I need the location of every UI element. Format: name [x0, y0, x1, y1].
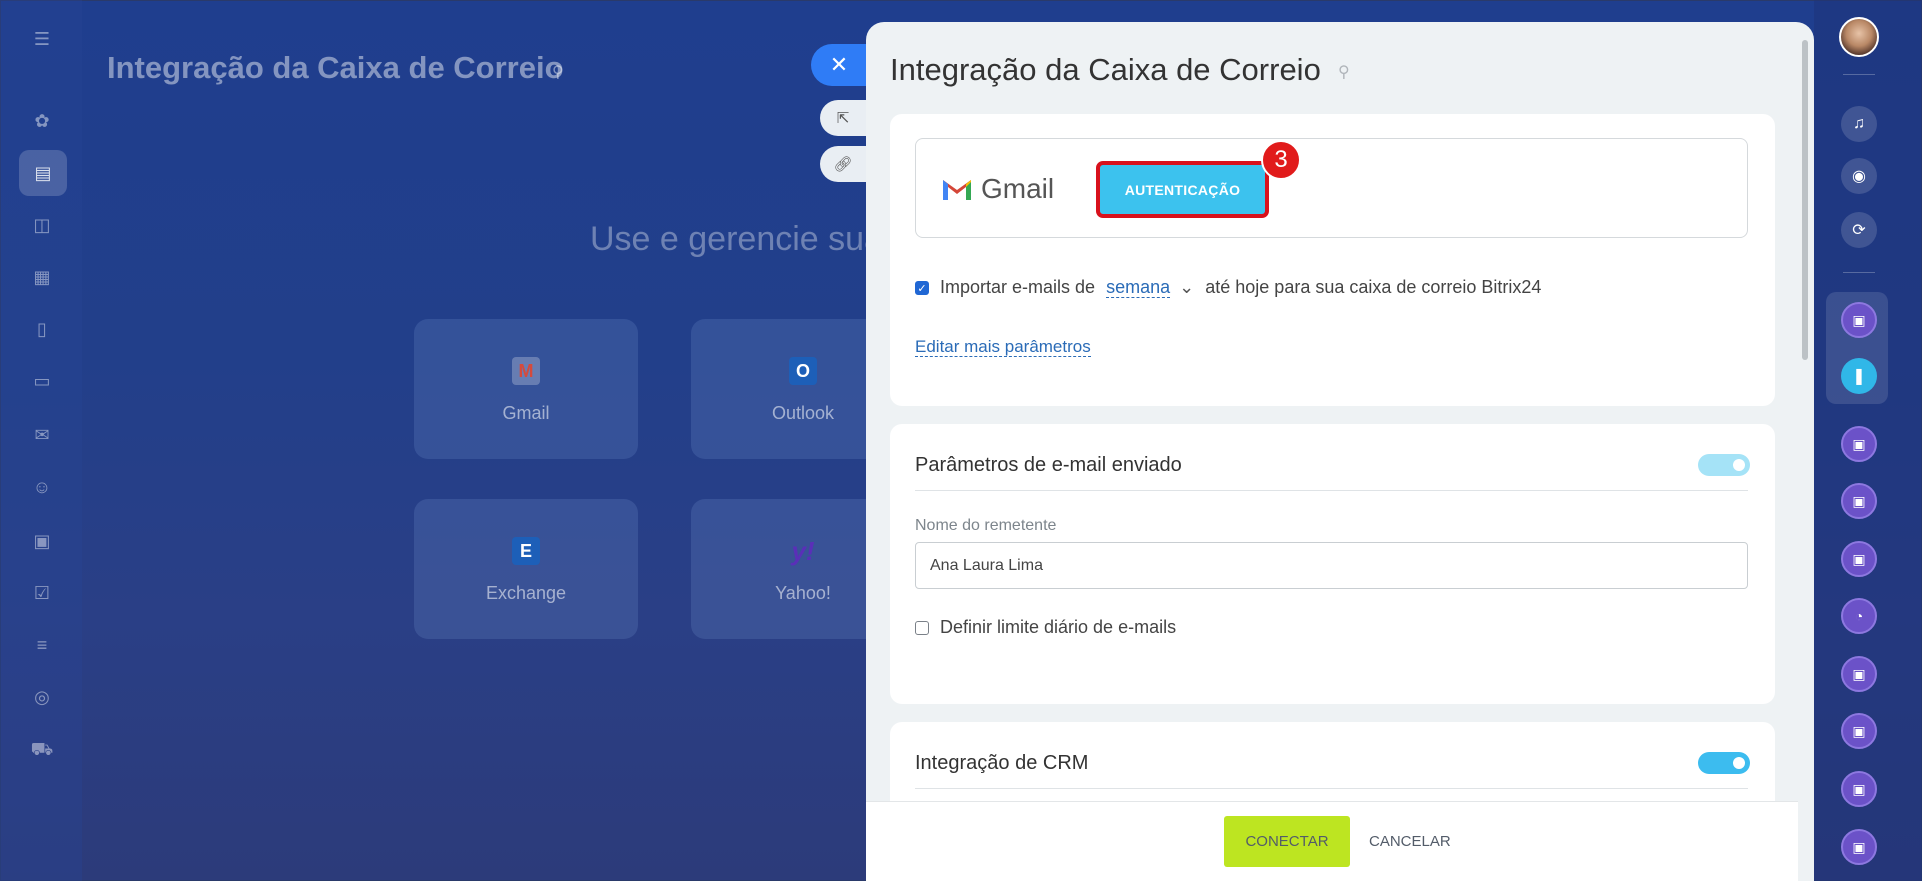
contact-card-icon[interactable]: ▣ [1841, 426, 1877, 462]
crm-section-title: Integração de CRM [915, 752, 1089, 774]
panel-scrollbar[interactable] [1802, 40, 1808, 360]
connect-button[interactable]: CONECTAR [1224, 816, 1350, 867]
close-icon: ✕ [829, 52, 849, 77]
drive-icon[interactable]: ▭ [29, 368, 55, 394]
gmail-icon [943, 180, 971, 200]
panel-title: Integração da Caixa de Correio [890, 52, 1321, 87]
copy-link-button[interactable]: 🔗︎ [820, 146, 866, 182]
filter-icon[interactable]: ≡ [29, 632, 55, 658]
background-page-title: Integração da Caixa de Correio [107, 50, 564, 85]
provider-name: Gmail [502, 403, 550, 423]
panel-footer: CONECTAR CANCELAR [866, 801, 1798, 881]
copilot-icon[interactable]: ◉ [1841, 158, 1877, 194]
target-icon[interactable]: ◎ [29, 684, 55, 710]
background-subtitle: Use e gerencie sua [590, 220, 883, 258]
section-divider [915, 490, 1748, 491]
import-period-select[interactable]: semana [1106, 277, 1171, 298]
link-icon: 🔗︎ [833, 156, 853, 173]
mail-icon[interactable]: ✉ [29, 422, 55, 448]
provider-name: Gmail [981, 173, 1055, 204]
import-suffix: até hoje para sua caixa de correio Bitri… [1205, 277, 1542, 297]
document-icon[interactable]: ▯ [29, 316, 55, 342]
left-sidebar: ☰ ✿ ▤ ◫ ▦ ▯ ▭ ✉ ☺ ▣ ☑ ≡ ◎ ⛟ [0, 0, 82, 881]
gmail-logo: Gmail [941, 173, 1054, 205]
external-link-icon: ⇱ [836, 110, 850, 127]
import-prefix: Importar e-mails de [940, 277, 1096, 297]
daily-limit-label: Definir limite diário de e-mails [940, 617, 1177, 637]
contact-card-icon[interactable]: ▣ [1841, 483, 1877, 519]
edit-more-parameters-link[interactable]: Editar mais parâmetros [915, 337, 1091, 357]
provider-block: Gmail AUTENTICAÇÃO 3 ✓ Importar e-mails … [890, 114, 1775, 406]
presentation-icon[interactable]: ▣ [29, 528, 55, 554]
contact-card-icon[interactable]: ▣ [1841, 829, 1877, 865]
contact-card-icon[interactable]: ▣ [1841, 302, 1877, 338]
bookmark-icon[interactable]: ❚ [1841, 358, 1877, 394]
contact-card-icon[interactable]: ▣ [1841, 656, 1877, 692]
import-emails-text: Importar e-mails de semana ⌄ até hoje pa… [940, 277, 1541, 298]
authentication-button[interactable]: AUTENTICAÇÃO [1096, 161, 1269, 218]
import-emails-checkbox[interactable]: ✓ [915, 281, 929, 295]
feed-icon[interactable]: ▤ [19, 150, 67, 196]
calendar-icon[interactable]: ▦ [29, 264, 55, 290]
exchange-logo-icon: E [512, 537, 540, 565]
right-sidebar-divider [1843, 272, 1875, 273]
sync-icon[interactable]: ⟳ [1841, 212, 1877, 248]
background-pin-icon: ⚲ [552, 64, 564, 81]
provider-auth-box: Gmail AUTENTICAÇÃO 3 [915, 138, 1748, 238]
cart-icon[interactable]: ⛟ [29, 738, 55, 764]
provider-card-gmail[interactable]: M Gmail [414, 319, 638, 459]
menu-icon[interactable]: ☰ [29, 26, 55, 52]
edit-more-label[interactable]: Editar mais parâmetros [915, 337, 1091, 357]
contacts-icon[interactable]: ☺ [29, 474, 55, 500]
close-panel-button[interactable]: ✕ [811, 44, 867, 86]
chat-icon[interactable]: ◫ [29, 212, 55, 238]
puzzle-icon[interactable]: ✿ [29, 108, 55, 134]
yahoo-logo-icon: y! [791, 535, 815, 566]
sender-name-input[interactable]: Ana Laura Lima [915, 542, 1748, 589]
contact-card-icon[interactable]: ▣ [1841, 771, 1877, 807]
sender-name-label: Nome do remetente [915, 517, 1057, 534]
user-avatar[interactable] [1839, 17, 1879, 57]
chevron-down-icon[interactable]: ⌄ [1179, 277, 1194, 297]
crm-integration-toggle[interactable] [1698, 752, 1750, 774]
bell-icon[interactable]: ♫ [1841, 106, 1877, 142]
right-sidebar-divider [1843, 74, 1875, 75]
sent-params-toggle[interactable] [1698, 454, 1750, 476]
daily-limit-checkbox[interactable] [915, 621, 929, 635]
sent-section-title: Parâmetros de e-mail enviado [915, 454, 1182, 476]
chat-bot-icon[interactable]: ◔ [1841, 598, 1877, 634]
tasks-icon[interactable]: ☑ [29, 580, 55, 606]
step-badge: 3 [1261, 140, 1301, 180]
pin-icon[interactable]: ⚲ [1338, 62, 1350, 82]
gmail-logo-icon: M [512, 357, 540, 385]
outlook-logo-icon: O [789, 357, 817, 385]
provider-name: Exchange [485, 583, 567, 603]
section-divider [915, 788, 1748, 789]
sent-email-block: Parâmetros de e-mail enviado Nome do rem… [890, 424, 1775, 704]
open-in-new-window-button[interactable]: ⇱ [820, 100, 866, 136]
contact-card-icon[interactable]: ▣ [1841, 541, 1877, 577]
contact-card-icon[interactable]: ▣ [1841, 713, 1877, 749]
cancel-button[interactable]: CANCELAR [1361, 816, 1459, 867]
mailbox-integration-panel: Integração da Caixa de Correio ⚲ Gmail A… [866, 22, 1814, 881]
provider-card-exchange[interactable]: E Exchange [414, 499, 638, 639]
